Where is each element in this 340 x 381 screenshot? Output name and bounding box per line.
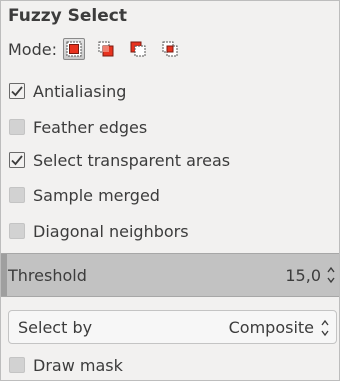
sample-merged-checkbox[interactable]	[9, 187, 25, 203]
feather-edges-label: Feather edges	[33, 117, 148, 137]
replace-selection-icon	[66, 41, 82, 57]
diagonal-neighbors-label: Diagonal neighbors	[33, 221, 189, 241]
checkmark-icon	[9, 152, 25, 168]
add-to-selection-icon	[98, 41, 114, 57]
diagonal-neighbors-option[interactable]: Diagonal neighbors	[9, 219, 189, 243]
mode-replace-button[interactable]	[62, 38, 85, 60]
intersect-selection-icon	[162, 41, 178, 57]
sample-merged-label: Sample merged	[33, 185, 160, 205]
draw-mask-label: Draw mask	[33, 355, 123, 375]
mode-subtract-button[interactable]	[127, 38, 149, 60]
subtract-from-selection-icon	[130, 41, 146, 57]
mode-row: Mode:	[8, 37, 191, 61]
diagonal-neighbors-checkbox[interactable]	[9, 223, 25, 239]
threshold-slider[interactable]: Threshold 15,0	[1, 253, 339, 297]
mode-intersect-button[interactable]	[159, 38, 181, 60]
threshold-slider-fill	[1, 254, 7, 296]
antialiasing-label: Antialiasing	[33, 81, 127, 101]
spin-arrows-icon[interactable]	[325, 264, 337, 286]
tool-title: Fuzzy Select	[8, 6, 127, 26]
feather-edges-checkbox[interactable]	[9, 119, 25, 135]
select-by-label: Select by	[18, 318, 93, 337]
mode-label: Mode:	[8, 39, 57, 59]
draw-mask-option[interactable]: Draw mask	[9, 353, 123, 377]
select-transparent-checkbox[interactable]	[9, 152, 25, 168]
threshold-label: Threshold	[8, 266, 87, 285]
select-by-dropdown[interactable]: Select by Composite	[8, 310, 337, 344]
select-transparent-option[interactable]: Select transparent areas	[9, 148, 230, 172]
checkmark-icon	[9, 83, 25, 99]
tool-options-panel: Fuzzy Select Mode: Antialiasing Feather …	[0, 0, 340, 381]
antialiasing-option[interactable]: Antialiasing	[9, 79, 126, 103]
select-transparent-label: Select transparent areas	[33, 150, 231, 170]
mode-add-button[interactable]	[95, 38, 117, 60]
draw-mask-checkbox[interactable]	[9, 357, 25, 373]
threshold-value: 15,0	[285, 266, 321, 285]
antialiasing-checkbox[interactable]	[9, 83, 25, 99]
feather-edges-option[interactable]: Feather edges	[9, 115, 147, 139]
select-by-value: Composite	[228, 318, 314, 337]
sample-merged-option[interactable]: Sample merged	[9, 183, 160, 207]
updown-arrows-icon	[321, 319, 329, 337]
